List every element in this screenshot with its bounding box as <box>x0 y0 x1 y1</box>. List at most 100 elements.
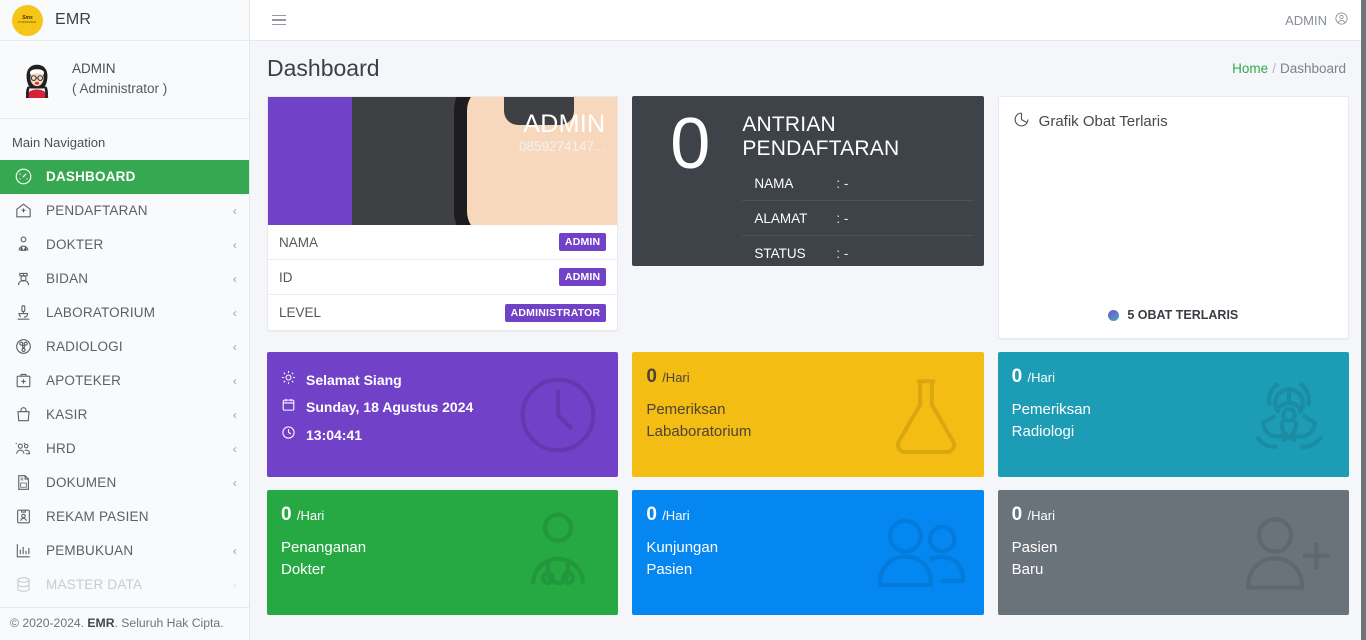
flask-icon <box>882 371 970 459</box>
dashboard-row-2: Selamat Siang Sunday, 18 Agustus 2024 13… <box>267 352 1349 477</box>
profile-row-list: NAMA ADMIN ID ADMIN LEVEL ADMINISTRATOR <box>268 225 618 330</box>
greeting-time: 13:04:41 <box>306 426 363 443</box>
sidebar-item-label: PENDAFTARAN <box>46 203 148 218</box>
chevron-left-icon: ‹ <box>232 373 237 388</box>
tile-count-unit: /Hari <box>662 370 690 385</box>
topbar: ADMIN <box>250 0 1366 41</box>
grafik-plot-area <box>1013 132 1334 308</box>
tile-pasien-baru[interactable]: 0 /Hari Pasien Baru <box>997 490 1349 615</box>
tile-count-value: 0 <box>281 504 292 525</box>
profile-row: NAMA ADMIN <box>268 225 618 260</box>
page-header: Dashboard Home / Dashboard <box>250 41 1366 96</box>
vertical-scrollbar[interactable] <box>1361 0 1366 640</box>
tile-col-radiologi: 0 /Hari Pemeriksan Radiologi <box>997 352 1349 477</box>
biohazard-icon <box>1243 369 1335 461</box>
sidebar-item-label: DOKUMEN <box>46 475 117 490</box>
row-spacer-2 <box>267 477 1349 490</box>
medkit-icon <box>14 371 33 390</box>
sidebar-item-dokumen[interactable]: DOKUMEN ‹ <box>0 466 249 500</box>
sidebar-item-laboratorium[interactable]: LABORATORIUM ‹ <box>0 296 249 330</box>
tile-count-unit: /Hari <box>1027 508 1055 523</box>
breadcrumb-home[interactable]: Home <box>1232 61 1268 76</box>
antrian-body: ANTRIAN PENDAFTARAN NAMA: - ALAMAT: - STAT… <box>742 110 974 271</box>
antrian-row-value: : - <box>836 246 849 262</box>
profile-hero-name: ADMIN <box>523 110 606 138</box>
sidebar-user-name: ADMIN <box>72 61 116 76</box>
microscope-icon <box>14 303 33 322</box>
radiology-icon <box>14 337 33 356</box>
chevron-left-icon: ‹ <box>232 305 237 320</box>
antrian-row-label: STATUS <box>754 246 806 262</box>
greeting-date: Sunday, 18 Agustus 2024 <box>306 399 474 416</box>
sidebar-item-hrd[interactable]: HRD ‹ <box>0 432 249 466</box>
grafik-card: Grafik Obat Terlaris 5 OBAT TERLARIS <box>997 96 1349 339</box>
greeting-tile[interactable]: Selamat Siang Sunday, 18 Agustus 2024 13… <box>267 352 619 477</box>
sidebar-item-pembukuan[interactable]: PEMBUKUAN ‹ <box>0 534 249 568</box>
sidebar-item-kasir[interactable]: KASIR ‹ <box>0 398 249 432</box>
sidebar-item-radiologi[interactable]: RADIOLOGI ‹ <box>0 330 249 364</box>
antrian-row: NAMA: - <box>742 166 974 202</box>
tile-kunjungan[interactable]: 0 /Hari Kunjungan Pasien <box>632 490 984 615</box>
profile-hero-phone: 0859274147... <box>518 139 606 155</box>
tile-col-lab: 0 /Hari Pemeriksan Lababoratorium <box>632 352 984 477</box>
antrian-title: ANTRIAN PENDAFTARAN <box>742 113 973 160</box>
brand-logo-icon: Sms PUSKESMAS <box>12 4 43 36</box>
dashboard-row-1: ADMIN 0859274147... NAMA ADMIN ID ADMIN … <box>267 96 1349 339</box>
row-spacer-1 <box>267 339 1349 352</box>
sidebar-item-dashboard[interactable]: DASHBOARD <box>0 159 249 194</box>
tile-dokter[interactable]: 0 /Hari Penanganan Dokter <box>267 490 619 615</box>
tile-laboratorium[interactable]: 0 /Hari Pemeriksan Lababoratorium <box>632 352 984 477</box>
sidebar-item-apoteker[interactable]: APOTEKER ‹ <box>0 364 249 398</box>
profile-card: ADMIN 0859274147... NAMA ADMIN ID ADMIN … <box>267 96 619 331</box>
main-area: ADMIN Dashboard Home / Dashboard ADMIN 0… <box>250 0 1366 640</box>
clock-icon <box>281 422 296 449</box>
sidebar-item-pendaftaran[interactable]: PENDAFTARAN ‹ <box>0 194 249 228</box>
topbar-user-menu[interactable]: ADMIN <box>1285 11 1349 29</box>
sidebar-item-label: REKAM PASIEN <box>46 509 149 524</box>
antrian-col: 0 ANTRIAN PENDAFTARAN NAMA: - ALAMAT: - ST… <box>632 96 984 339</box>
antrian-row-list: NAMA: - ALAMAT: - STATUS : - <box>742 166 974 271</box>
sidebar-user-text: ADMIN ( Administrator ) <box>72 59 167 100</box>
grafik-legend[interactable]: 5 OBAT TERLARIS <box>1013 308 1334 328</box>
sidebar-item-label: KASIR <box>46 407 88 422</box>
tile-radiologi[interactable]: 0 /Hari Pemeriksan Radiologi <box>997 352 1349 477</box>
tile-count-unit: /Hari <box>296 508 325 523</box>
sidebar: Sms PUSKESMAS EMR ADMIN (Administrator … <box>0 0 250 640</box>
brand[interactable]: Sms PUSKESMAS EMR <box>0 0 249 41</box>
chevron-left-icon: ‹ <box>232 543 237 558</box>
tile-count-value: 0 <box>1011 504 1023 525</box>
clock-big-icon <box>512 369 604 461</box>
user-circle-icon <box>1334 11 1349 29</box>
profile-hero-text: ADMIN 0859274147... <box>518 110 606 155</box>
sidebar-item-dokter[interactable]: DOKTER ‹ <box>0 228 249 262</box>
profile-hero-image: ADMIN 0859274147... <box>268 97 618 225</box>
sidebar-item-rekam-pasien[interactable]: REKAM PASIEN <box>0 500 249 534</box>
sidebar-item-bidan[interactable]: BIDAN ‹ <box>0 262 249 296</box>
nurse-icon <box>14 269 33 288</box>
sidebar-item-master-data[interactable]: MASTER DATA ‹ <box>0 568 249 602</box>
antrian-row-value: : - <box>836 175 849 191</box>
hamburger-icon[interactable] <box>272 14 286 26</box>
id-card-icon <box>14 507 33 526</box>
chevron-left-icon: ‹ <box>232 339 237 354</box>
sidebar-item-label: RADIOLOGI <box>46 339 123 354</box>
dashboard-row-3: 0 /Hari Penanganan Dokter 0 /Hari Kunjun… <box>267 490 1349 615</box>
sidebar-item-label: HRD <box>46 441 76 456</box>
sidebar-item-label: PEMBUKUAN <box>46 543 134 558</box>
antrian-count: 0 <box>670 104 711 184</box>
grafik-col: Grafik Obat Terlaris 5 OBAT TERLARIS <box>997 96 1349 339</box>
nav-section-header: Main Navigation <box>12 134 106 150</box>
hero-dark-band <box>352 97 462 225</box>
chevron-left-icon: ‹ <box>232 271 237 286</box>
chevron-left-icon: ‹ <box>232 407 237 422</box>
tile-col-kunjungan: 0 /Hari Kunjungan Pasien <box>632 490 984 615</box>
database-icon <box>14 575 33 594</box>
sidebar-nav: DASHBOARD PENDAFTARAN ‹ DOKTER ‹ BIDAN ‹ LABORA… <box>0 159 249 602</box>
antrian-row: ALAMAT: - <box>742 201 974 237</box>
grafik-title-row: Grafik Obat Terlaris <box>1013 111 1334 132</box>
profile-rows: NAMA ADMIN ID ADMIN LEVEL ADMINISTRATOR <box>268 225 618 330</box>
breadcrumb-separator: / <box>1272 61 1276 76</box>
sun-icon <box>281 367 296 394</box>
sidebar-user-box[interactable]: ADMIN ( Administrator ) <box>0 41 249 119</box>
status-badge: ADMIN <box>558 233 607 251</box>
